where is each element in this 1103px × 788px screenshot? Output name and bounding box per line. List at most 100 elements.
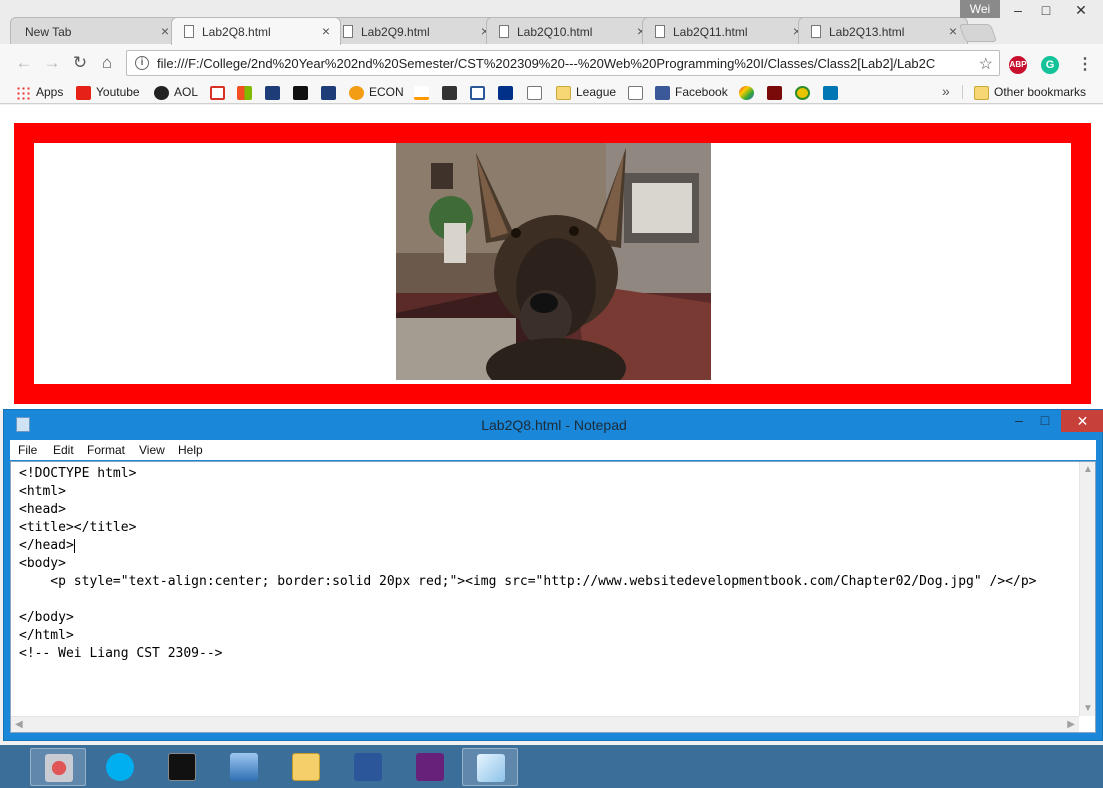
minimize-button[interactable]: – xyxy=(1006,410,1032,432)
blackboard-icon[interactable] xyxy=(293,84,313,100)
vertical-scrollbar[interactable]: ▲ ▼ xyxy=(1079,462,1095,716)
colorful-icon[interactable] xyxy=(739,84,759,100)
command-prompt-icon[interactable] xyxy=(154,748,210,786)
page-icon xyxy=(655,25,665,38)
wallet-icon[interactable] xyxy=(442,84,462,100)
close-icon[interactable]: × xyxy=(322,23,330,39)
page-icon[interactable] xyxy=(527,84,547,100)
code-line: <!-- Wei Liang CST 2309--> xyxy=(19,646,223,661)
bookmark-apps[interactable]: Apps xyxy=(16,84,63,100)
file-explorer-icon[interactable] xyxy=(278,748,334,786)
adblock-icon[interactable]: ABP xyxy=(1009,56,1027,74)
back-icon[interactable]: ← xyxy=(14,53,34,73)
linkedin-icon[interactable] xyxy=(823,84,843,100)
home-icon[interactable]: ⌂ xyxy=(97,53,117,73)
red-figure-icon[interactable] xyxy=(767,84,787,100)
tab-new-tab[interactable]: New Tab × xyxy=(10,17,180,45)
shield-icon[interactable] xyxy=(470,84,490,100)
page-icon xyxy=(499,25,509,38)
cuny-icon[interactable] xyxy=(265,84,285,100)
tab-lab2q11[interactable]: Lab2Q11.html × xyxy=(642,17,812,45)
address-bar[interactable]: i file:///F:/College/2nd%20Year%202nd%20… xyxy=(126,50,1000,76)
circle-icon[interactable] xyxy=(795,84,815,100)
office-icon[interactable] xyxy=(237,84,257,100)
code-line: <p style="text-align:center; border:soli… xyxy=(19,574,1037,589)
bookmark-aol[interactable]: AOL xyxy=(154,84,198,100)
code-line-with-caret: </head> xyxy=(19,537,75,555)
bookmark-facebook[interactable]: Facebook xyxy=(655,84,728,100)
close-icon[interactable]: × xyxy=(949,23,957,39)
skype-icon[interactable] xyxy=(92,748,148,786)
code-line: </html> xyxy=(19,628,74,643)
apps-grid-icon xyxy=(16,85,31,100)
windows-taskbar xyxy=(0,745,1103,788)
notepad-taskbar-icon[interactable] xyxy=(462,748,518,786)
visual-studio-icon[interactable] xyxy=(402,748,458,786)
text-editor[interactable]: <!DOCTYPE html> <html> <head> <title></t… xyxy=(10,461,1096,733)
menu-format[interactable]: Format xyxy=(87,443,125,457)
notepad-titlebar[interactable]: Lab2Q8.html - Notepad – □ ✕ xyxy=(4,410,1103,440)
bookmark-label: AOL xyxy=(174,85,199,99)
tab-lab2q8[interactable]: Lab2Q8.html × xyxy=(171,17,341,45)
cuny-first-icon[interactable] xyxy=(321,84,341,100)
bookmark-label: Youtube xyxy=(96,85,140,99)
code-line: <title></title> xyxy=(19,520,137,535)
bookmark-league[interactable]: League xyxy=(556,84,616,100)
tab-label: Lab2Q9.html xyxy=(361,25,430,39)
scroll-down-icon[interactable]: ▼ xyxy=(1083,703,1093,714)
youtube-icon xyxy=(76,85,91,100)
bookmark-label: Facebook xyxy=(675,85,728,99)
maximize-button[interactable]: □ xyxy=(1031,0,1061,20)
close-icon[interactable]: × xyxy=(161,23,169,39)
maximize-button[interactable]: □ xyxy=(1032,410,1058,432)
page-icon[interactable] xyxy=(628,84,648,100)
scroll-left-icon[interactable]: ◀ xyxy=(15,719,23,730)
reload-icon[interactable]: ↻ xyxy=(70,53,90,73)
menu-file[interactable]: File xyxy=(18,443,37,457)
chrome-menu-icon[interactable]: ⋮ xyxy=(1077,54,1093,74)
window-title: Lab2Q8.html - Notepad xyxy=(481,417,627,433)
scroll-up-icon[interactable]: ▲ xyxy=(1083,464,1093,475)
close-window-button[interactable]: ✕ xyxy=(1066,0,1096,20)
close-button[interactable]: ✕ xyxy=(1061,410,1103,432)
bookmark-label: Other bookmarks xyxy=(994,85,1087,99)
page-icon xyxy=(184,25,194,38)
code-line: <!DOCTYPE html> xyxy=(19,466,137,481)
scroll-right-icon[interactable]: ▶ xyxy=(1067,719,1075,730)
folder-icon xyxy=(556,85,571,100)
horizontal-scrollbar[interactable]: ◀ ▶ xyxy=(11,716,1079,732)
menu-edit[interactable]: Edit xyxy=(53,443,74,457)
tab-strip: New Tab × Lab2Q8.html × Lab2Q9.html × La… xyxy=(0,0,1103,45)
facebook-icon xyxy=(655,85,670,100)
minimize-button[interactable]: – xyxy=(1003,0,1033,20)
bookmark-youtube[interactable]: Youtube xyxy=(76,84,140,100)
bookmarks-overflow-icon[interactable]: » xyxy=(942,83,950,99)
code-line: <body> xyxy=(19,556,66,571)
url-text[interactable]: file:///F:/College/2nd%20Year%202nd%20Se… xyxy=(157,56,967,71)
tab-lab2q9[interactable]: Lab2Q9.html × xyxy=(330,17,500,45)
new-tab-button[interactable] xyxy=(958,24,998,42)
profile-badge[interactable]: Wei xyxy=(960,0,1000,18)
forward-icon[interactable]: → xyxy=(42,53,62,73)
tab-lab2q10[interactable]: Lab2Q10.html × xyxy=(486,17,656,45)
bookmark-star-icon[interactable]: ☆ xyxy=(979,54,993,74)
info-icon[interactable]: i xyxy=(135,56,149,70)
paypal-icon[interactable] xyxy=(498,84,518,100)
gmail-icon[interactable] xyxy=(210,84,230,100)
folder-icon xyxy=(974,85,989,100)
bookmark-econ[interactable]: ECON xyxy=(349,84,404,100)
browser-toolbar: ← → ↻ ⌂ i file:///F:/College/2nd%20Year%… xyxy=(0,44,1103,80)
text-caret xyxy=(73,538,75,553)
network-computer-icon[interactable] xyxy=(216,748,272,786)
tab-lab2q13[interactable]: Lab2Q13.html × xyxy=(798,17,968,45)
grammarly-icon[interactable]: G xyxy=(1041,56,1059,74)
amazon-icon[interactable] xyxy=(414,84,434,100)
aol-icon xyxy=(154,85,169,100)
code-line: </body> xyxy=(19,610,74,625)
bookmark-other[interactable]: Other bookmarks xyxy=(974,84,1086,100)
menu-view[interactable]: View xyxy=(139,443,165,457)
menu-help[interactable]: Help xyxy=(178,443,203,457)
econ-icon xyxy=(349,85,364,100)
snipping-tool-icon[interactable] xyxy=(30,748,86,786)
word-icon[interactable] xyxy=(340,748,396,786)
